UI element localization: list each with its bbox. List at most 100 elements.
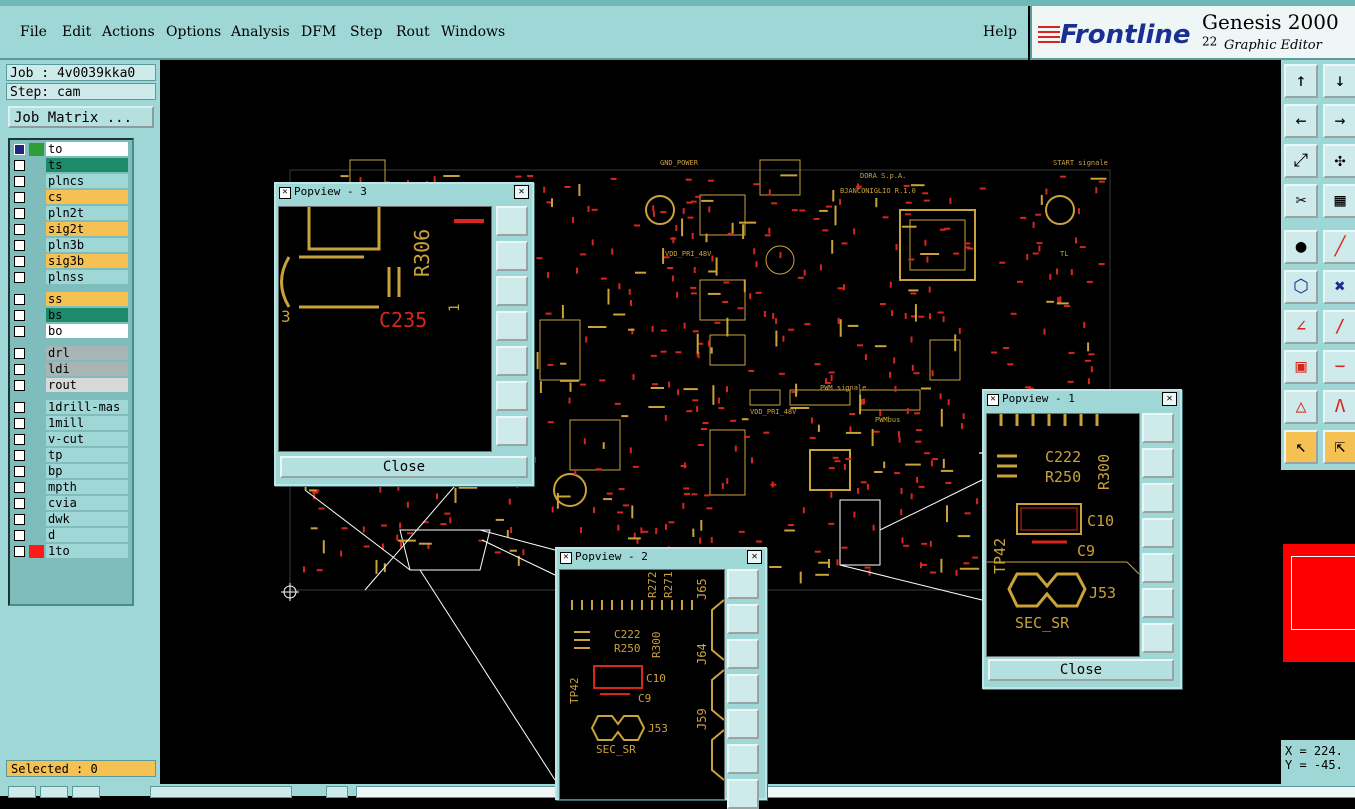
zoom-center-icon[interactable]: ✣ <box>1323 144 1355 178</box>
layer-row[interactable]: dwk <box>12 512 130 527</box>
layer-name[interactable]: sig3b <box>46 254 128 268</box>
select-arrow-icon[interactable]: ↖ <box>1284 430 1318 464</box>
layer-color-swatch[interactable] <box>29 545 44 558</box>
zoom-fit-icon[interactable]: ⤢ <box>1284 144 1318 178</box>
pan-down-icon[interactable]: ↓ <box>1323 64 1355 98</box>
bottom-tool-1-icon[interactable] <box>8 786 36 798</box>
popview-2-window[interactable]: ✕ Popview - 2 ✕ R272 R271 J65 J64 J59 C2… <box>555 547 767 809</box>
zoom-fit-icon[interactable] <box>1142 588 1174 618</box>
layer-color-swatch[interactable] <box>29 143 44 156</box>
menu-step[interactable]: Step <box>350 24 382 40</box>
pan-left-icon[interactable] <box>727 674 759 704</box>
triangle-icon[interactable]: △ <box>1284 390 1318 424</box>
close-icon[interactable]: ✕ <box>514 185 529 199</box>
layer-name[interactable]: dwk <box>46 512 128 526</box>
layer-name[interactable]: pln3b <box>46 238 128 252</box>
snap-icon[interactable]: ● <box>1284 230 1318 264</box>
layer-name[interactable]: mpth <box>46 480 128 494</box>
minus-icon[interactable]: − <box>1323 350 1355 384</box>
overview-panel[interactable] <box>1281 470 1355 740</box>
layer-checkbox[interactable] <box>14 450 25 461</box>
popview-3-view[interactable]: R306 C235 3 1 <box>278 206 492 452</box>
menu-file[interactable]: File <box>20 24 47 40</box>
menu-actions[interactable]: Actions <box>102 24 155 40</box>
layer-checkbox[interactable] <box>14 192 25 203</box>
layer-row[interactable]: cs <box>12 190 130 205</box>
layer-row[interactable]: ts <box>12 158 130 173</box>
popview-1-view[interactable]: C222 R250 R300 TP42 C10 C9 J53 SEC_SR <box>986 413 1140 657</box>
pan-left-icon[interactable]: ← <box>1284 104 1318 138</box>
slash-icon[interactable]: ∕ <box>1323 310 1355 344</box>
popview-3-window[interactable]: ✕ Popview - 3 ✕ R306 C235 3 1 Close <box>274 182 534 486</box>
pan-right-icon[interactable] <box>1142 553 1174 583</box>
zoom-fit-icon[interactable] <box>727 744 759 774</box>
menu-edit[interactable]: Edit <box>62 24 91 40</box>
layer-checkbox[interactable] <box>14 294 25 305</box>
bottom-tool-3-icon[interactable] <box>72 786 100 798</box>
layer-checkbox[interactable] <box>14 160 25 171</box>
zoom-center-icon[interactable] <box>1142 623 1174 653</box>
menu-help[interactable]: Help <box>983 24 1017 40</box>
layer-checkbox[interactable] <box>14 434 25 445</box>
layer-row[interactable]: v-cut <box>12 432 130 447</box>
grid-icon[interactable]: ▦ <box>1323 184 1355 218</box>
layer-name[interactable]: bo <box>46 324 128 338</box>
layer-row[interactable]: sig2t <box>12 222 130 237</box>
layer-checkbox[interactable] <box>14 224 25 235</box>
pan-up-icon[interactable]: ↑ <box>1284 64 1318 98</box>
pan-left-icon[interactable] <box>1142 518 1174 548</box>
layer-checkbox[interactable] <box>14 310 25 321</box>
close-icon[interactable]: ✕ <box>1162 392 1177 406</box>
layer-name[interactable]: to <box>46 142 128 156</box>
layer-checkbox[interactable] <box>14 498 25 509</box>
layer-name[interactable]: ss <box>46 292 128 306</box>
layer-checkbox[interactable] <box>14 364 25 375</box>
layer-checkbox[interactable] <box>14 348 25 359</box>
menu-windows[interactable]: Windows <box>441 24 505 40</box>
layer-name[interactable]: 1mill <box>46 416 128 430</box>
layer-row[interactable]: bs <box>12 308 130 323</box>
popview-1-close-button[interactable]: Close <box>988 659 1174 681</box>
layer-checkbox[interactable] <box>14 482 25 493</box>
connect-icon[interactable]: ⬡ <box>1284 270 1318 304</box>
bottom-tool-4-icon[interactable] <box>326 786 348 798</box>
popview-2-view[interactable]: R272 R271 J65 J64 J59 C222 R250 R300 C10… <box>559 569 725 800</box>
layer-name[interactable]: ldi <box>46 362 128 376</box>
layer-checkbox[interactable] <box>14 380 25 391</box>
layer-name[interactable]: ts <box>46 158 128 172</box>
pan-right-icon[interactable]: → <box>1323 104 1355 138</box>
popview-1-titlebar[interactable]: ✕ Popview - 1 ✕ <box>984 391 1180 407</box>
layer-row[interactable]: cvia <box>12 496 130 511</box>
layer-name[interactable]: plncs <box>46 174 128 188</box>
layer-row[interactable]: bo <box>12 324 130 339</box>
line-tool-icon[interactable]: ╱ <box>1323 230 1355 264</box>
zoom-fit-icon[interactable] <box>496 381 528 411</box>
layer-checkbox[interactable] <box>14 402 25 413</box>
layer-row[interactable]: tp <box>12 448 130 463</box>
pan-up-icon[interactable] <box>496 241 528 271</box>
popview-zoom-icon[interactable] <box>496 206 528 236</box>
close-icon[interactable]: ✕ <box>747 550 762 564</box>
layer-name[interactable]: sig2t <box>46 222 128 236</box>
layer-row[interactable]: drl <box>12 346 130 361</box>
zoom-center-icon[interactable] <box>496 416 528 446</box>
layer-row[interactable]: 1mill <box>12 416 130 431</box>
pan-down-icon[interactable] <box>1142 483 1174 513</box>
layer-name[interactable]: cvia <box>46 496 128 510</box>
layer-checkbox[interactable] <box>14 546 25 557</box>
layer-row[interactable]: 1to <box>12 544 130 559</box>
layer-name[interactable]: bs <box>46 308 128 322</box>
menu-options[interactable]: Options <box>166 24 221 40</box>
layer-name[interactable]: pln2t <box>46 206 128 220</box>
pad-icon[interactable]: ▣ <box>1284 350 1318 384</box>
layer-name[interactable]: v-cut <box>46 432 128 446</box>
layer-checkbox[interactable] <box>14 418 25 429</box>
pan-down-icon[interactable] <box>727 639 759 669</box>
angle-icon[interactable]: ∠ <box>1284 310 1318 344</box>
popview-3-titlebar[interactable]: ✕ Popview - 3 ✕ <box>276 184 532 200</box>
select-box-icon[interactable]: ⇱ <box>1323 430 1355 464</box>
layer-checkbox[interactable] <box>14 514 25 525</box>
layer-row[interactable]: 1drill-mas <box>12 400 130 415</box>
layer-row[interactable]: plncs <box>12 174 130 189</box>
layer-checkbox[interactable] <box>14 466 25 477</box>
